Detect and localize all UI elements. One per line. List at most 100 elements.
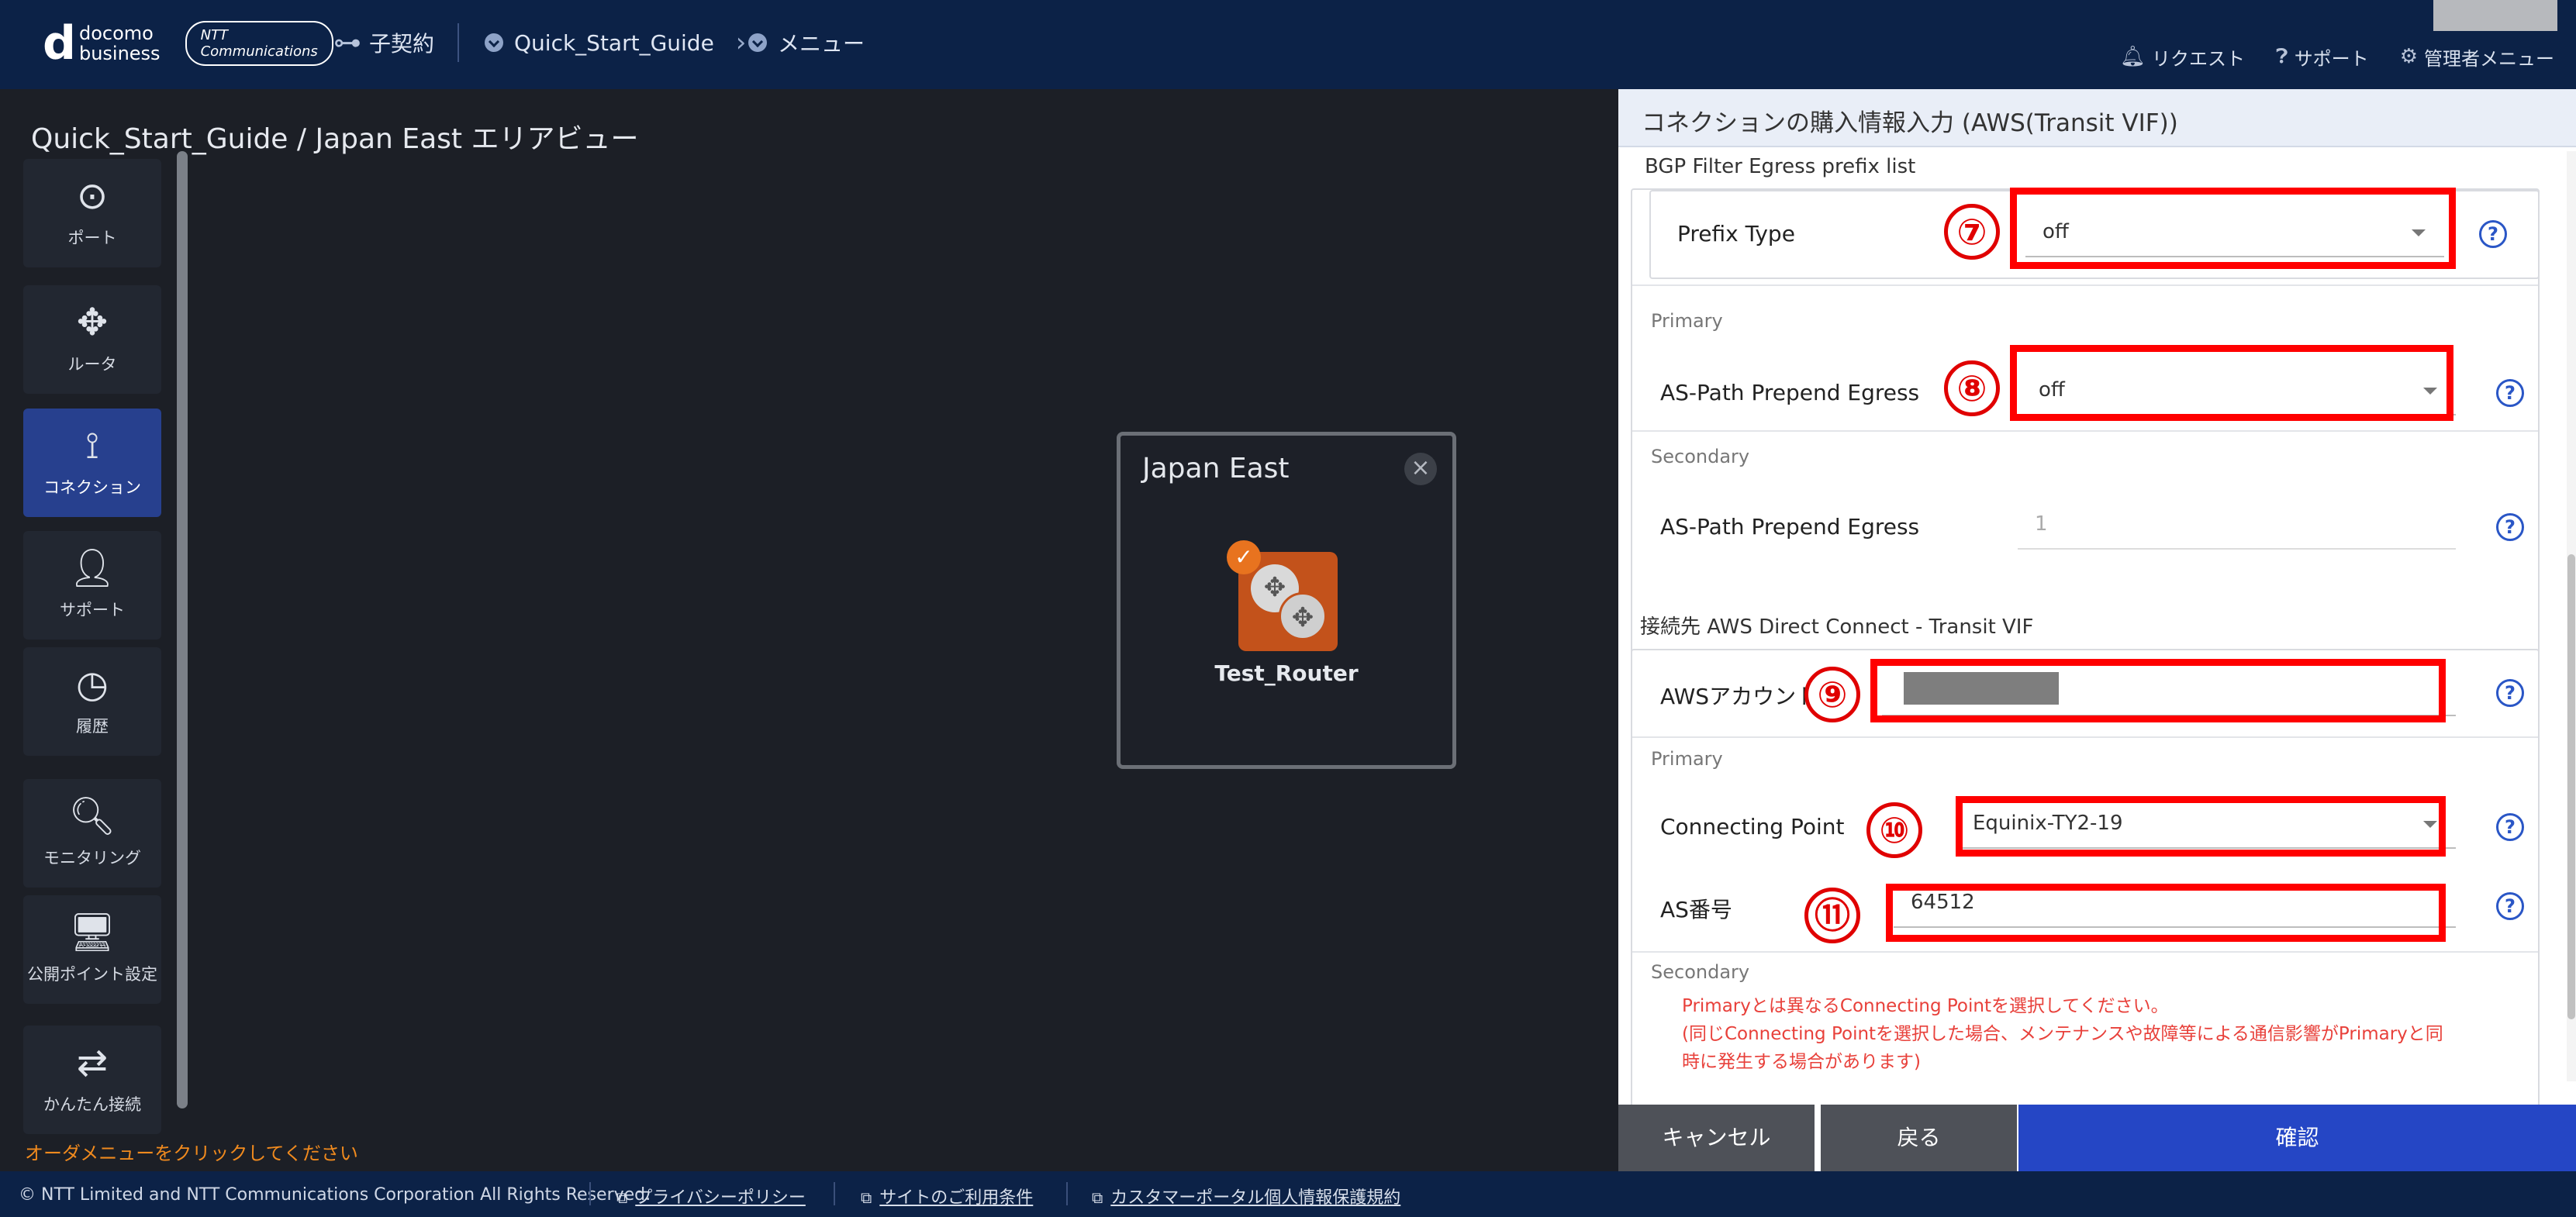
customer-privacy-link[interactable]: ⧉ カスタマーポータル個人情報保護規約: [1092, 1184, 1400, 1208]
secondary-label: Secondary: [1651, 961, 1750, 983]
panel-title: コネクションの購入情報入力 (AWS(Transit VIF)): [1642, 109, 2178, 137]
highlight-box-10: [1956, 796, 2446, 857]
chevron-down-icon: [748, 33, 767, 52]
port-icon: ⊙: [76, 174, 109, 218]
docomo-business-logo[interactable]: d docomo business NTT Communications: [43, 16, 333, 71]
secondary-label: Secondary: [1651, 446, 1750, 467]
section-divider: [1632, 430, 2538, 432]
user-area-placeholder[interactable]: [2433, 0, 2557, 31]
copyright-text: © NTT Limited and NTT Communications Cor…: [19, 1185, 651, 1205]
panel-header: コネクションの購入情報入力 (AWS(Transit VIF)): [1618, 89, 2576, 147]
help-icon[interactable]: ?: [2496, 379, 2524, 407]
chevron-down-icon: [485, 33, 503, 52]
question-circle-icon: ❓︎: [2276, 44, 2288, 68]
footer-divider: [834, 1182, 835, 1205]
sidebar-item-port[interactable]: ⊙ ポート: [23, 159, 161, 267]
help-icon[interactable]: ?: [2479, 220, 2507, 248]
aws-section-title: 接続先 AWS Direct Connect - Transit VIF: [1640, 615, 2034, 639]
area-box-japan-east[interactable]: Japan East × ✥ ✥ ✓ Test_Router: [1117, 432, 1456, 769]
footer-divider: [1066, 1182, 1068, 1205]
terms-link[interactable]: ⧉ サイトのご利用条件: [861, 1184, 1033, 1208]
support-link[interactable]: ❓︎ サポート: [2276, 43, 2369, 71]
sidebar-scrollbar[interactable]: [177, 151, 188, 1108]
cancel-button[interactable]: キャンセル: [1618, 1105, 1815, 1171]
as-path-secondary-input[interactable]: 1: [2018, 500, 2456, 550]
help-icon[interactable]: ?: [2496, 892, 2524, 920]
sidebar-item-public-point[interactable]: 🖥︎ 公開ポイント設定: [23, 895, 161, 1004]
nav-guide-label: Quick_Start_Guide: [514, 29, 714, 56]
nav-contract[interactable]: ⊶ 子契約: [333, 23, 434, 62]
warning-line-2: (同じConnecting Pointを選択した場合、メンテナンスや故障等による…: [1682, 1024, 2443, 1044]
sidebar-item-easy-connect[interactable]: ⇄ かんたん接続: [23, 1026, 161, 1134]
router-label: Test_Router: [1214, 660, 1359, 686]
chevron-right-icon: ›: [735, 27, 747, 58]
support-user-icon: 👤︎: [68, 546, 116, 590]
nav-menu[interactable]: メニュー: [748, 23, 865, 62]
external-link-icon: ⧉: [1092, 1188, 1103, 1207]
sidebar-item-support[interactable]: 👤︎ サポート: [23, 531, 161, 640]
warning-line-1: Primaryとは異なるConnecting Pointを選択してください。: [1682, 996, 2169, 1016]
section-divider: [1632, 284, 2538, 286]
section-divider: [1632, 736, 2538, 738]
router-icon: ✥: [76, 301, 109, 344]
tree-icon: ⊶: [333, 26, 361, 59]
router-icon: ✥: [1279, 592, 1327, 640]
check-icon: ✓: [1227, 540, 1261, 574]
monitoring-icon: 🔍︎: [68, 795, 116, 838]
footer-divider: [589, 1182, 591, 1205]
connection-icon: ⟟: [85, 424, 99, 467]
ntt-communications-logo: NTT Communications: [185, 21, 333, 66]
prefix-type-label: Prefix Type: [1677, 221, 1795, 247]
panel-scrollbar-thumb[interactable]: [2567, 554, 2575, 1019]
top-header: d docomo business NTT Communications ⊶ 子…: [0, 0, 2576, 89]
nav-contract-label: 子契約: [369, 31, 435, 57]
sidebar-item-history[interactable]: ◷ 履歴: [23, 647, 161, 756]
highlight-box-9: [1870, 659, 2446, 722]
step-marker-10: ⑩: [1866, 802, 1922, 858]
external-link-icon: ⧉: [861, 1188, 872, 1207]
help-icon[interactable]: ?: [2496, 513, 2524, 541]
step-marker-8: ⑧: [1944, 360, 2000, 416]
sidebar-item-connection[interactable]: ⟟ コネクション: [23, 409, 161, 517]
gear-icon: ⚙: [2399, 45, 2418, 68]
as-path-secondary-label: AS-Path Prepend Egress: [1660, 514, 1920, 540]
back-button[interactable]: 戻る: [1821, 1105, 2017, 1171]
admin-menu-link[interactable]: ⚙ 管理者メニュー: [2400, 43, 2554, 71]
logo-wordmark: docomo business: [78, 22, 161, 64]
as-number-label: AS番号: [1660, 897, 1732, 922]
panel-scrollbar[interactable]: [2567, 151, 2576, 1081]
logo-d-mark: d: [43, 16, 76, 71]
privacy-policy-link[interactable]: ⧉ プライバシーポリシー: [616, 1184, 806, 1208]
area-title: Japan East: [1142, 453, 1290, 484]
help-icon[interactable]: ?: [2496, 679, 2524, 707]
request-link[interactable]: 🔔︎ リクエスト: [2120, 43, 2245, 71]
nav-divider: [458, 23, 459, 62]
order-hint-text: オーダメニューをクリックしてください: [25, 1143, 358, 1164]
page-title: Quick_Start_Guide / Japan East エリアビュー: [31, 123, 639, 155]
easy-connect-icon: ⇄: [76, 1041, 109, 1084]
primary-label: Primary: [1651, 310, 1723, 332]
bgp-section-title: BGP Filter Egress prefix list: [1645, 155, 1916, 178]
confirm-button[interactable]: 確認: [2018, 1105, 2576, 1171]
header-actions: 🔔︎ リクエスト ❓︎ サポート ⚙ 管理者メニュー: [2120, 43, 2554, 71]
as-path-primary-label: AS-Path Prepend Egress: [1660, 380, 1920, 405]
sidebar-item-monitoring[interactable]: 🔍︎ モニタリング: [23, 779, 161, 888]
bell-icon: 🔔︎: [2120, 45, 2146, 68]
primary-label: Primary: [1651, 748, 1723, 770]
close-icon[interactable]: ×: [1404, 453, 1437, 485]
step-marker-11: ⑪: [1804, 888, 1860, 943]
purchase-info-panel: コネクションの購入情報入力 (AWS(Transit VIF)) BGP Fil…: [1618, 89, 2576, 1191]
help-icon[interactable]: ?: [2496, 813, 2524, 841]
sidebar-item-router[interactable]: ✥ ルータ: [23, 285, 161, 394]
highlight-box-11: [1886, 884, 2446, 942]
footer: © NTT Limited and NTT Communications Cor…: [0, 1171, 2576, 1217]
step-marker-7: ⑦: [1944, 204, 2000, 260]
highlight-box-7: [2010, 188, 2456, 269]
highlight-box-8: [2010, 345, 2453, 421]
nav-menu-label: メニュー: [778, 31, 865, 57]
connecting-point-label: Connecting Point: [1660, 814, 1845, 839]
nav-guide[interactable]: Quick_Start_Guide ›: [485, 23, 768, 62]
monitor-icon: 🖥︎: [68, 911, 116, 954]
warning-line-3: 時に発生する場合があります): [1682, 1052, 1921, 1072]
external-link-icon: ⧉: [616, 1188, 628, 1207]
